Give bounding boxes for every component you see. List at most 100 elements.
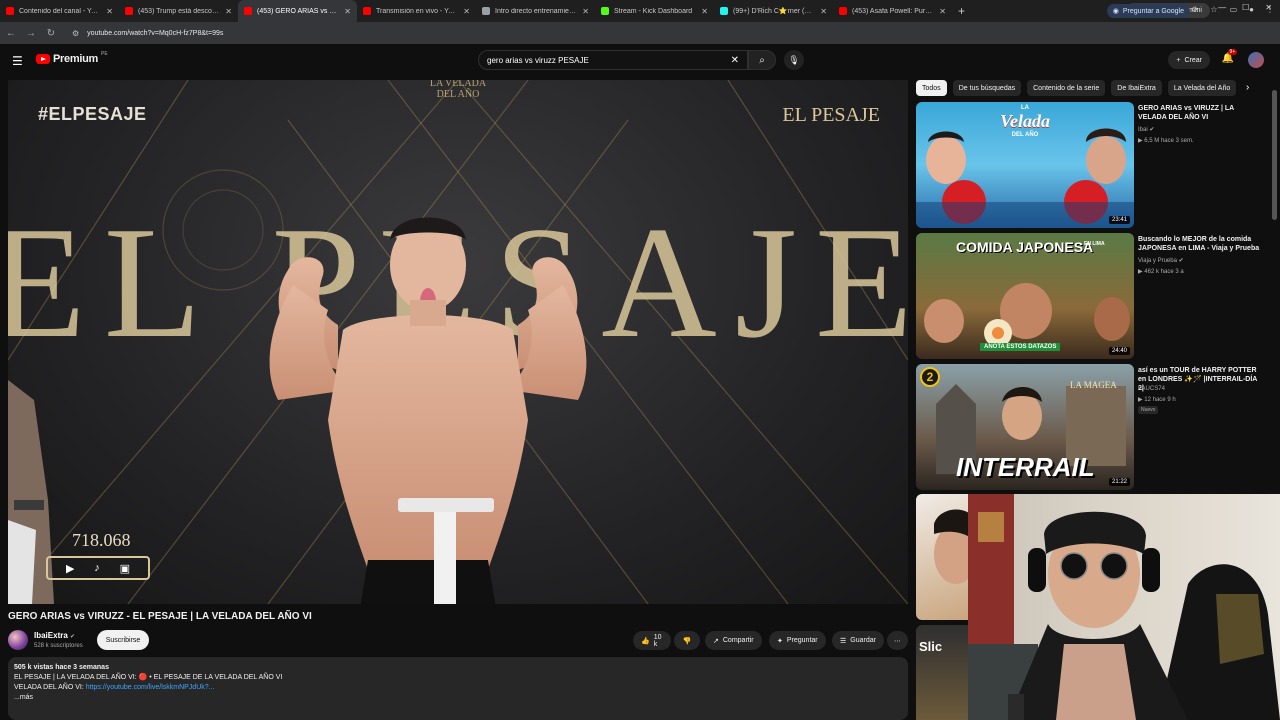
cast-icon[interactable]: ▭	[1230, 5, 1238, 14]
tab-favicon-icon	[601, 7, 609, 15]
address-url: youtube.com/watch?v=Mq0cH-fz7P8&t=99s	[87, 29, 224, 37]
tab-close-icon[interactable]: ✕	[939, 7, 946, 16]
video-player[interactable]: EL PESAJE #ELPESAJE EL PESAJE LA VELADA …	[8, 80, 908, 604]
tab-close-icon[interactable]: ✕	[463, 7, 470, 16]
filter-chip[interactable]: De tus búsquedas	[952, 80, 1022, 96]
plus-icon: +	[1176, 56, 1181, 64]
thumbnail-art	[934, 509, 968, 584]
filter-chip[interactable]: Contenido de la serie	[1027, 80, 1106, 96]
browser-tab[interactable]: Transmisión en vivo - YouTube ✕	[357, 0, 476, 22]
channel-avatar[interactable]	[8, 630, 28, 650]
recommendation-thumbnail[interactable]: LA Velada DEL AÑO 23:41	[916, 102, 1134, 228]
recommendation-stats-text: 6,5 M hace 3 sem.	[1144, 138, 1194, 144]
recommendation-thumbnail[interactable]: 2 LA MAGEA INTERRAIL 21:22	[916, 364, 1134, 490]
dislike-button[interactable]: 👎	[674, 631, 700, 650]
browser-tab-bar: Contenido del canal - YouTube✕(453) Trum…	[0, 0, 1280, 22]
share-button[interactable]: ↗ Compartir	[705, 631, 762, 650]
description-box[interactable]: 505 k vistas hace 3 semanas EL PESAJE | …	[8, 657, 908, 720]
browser-tab[interactable]: Contenido del canal - YouTube ✕	[0, 0, 119, 22]
forward-icon[interactable]: →	[26, 28, 36, 39]
search-input[interactable]: gero arias vs viruzz PESAJE ✕	[478, 50, 748, 70]
tab-close-icon[interactable]: ✕	[701, 7, 708, 16]
tab-favicon-icon	[363, 7, 371, 15]
recommendation-thumbnail[interactable]: COMIDA JAPONESA EN LIMA ANOTA ESTOS DATA…	[916, 233, 1134, 359]
filter-chip[interactable]: Todos	[916, 80, 947, 96]
voice-search-button[interactable]: 🎙	[784, 50, 804, 70]
clear-search-icon[interactable]: ✕	[731, 55, 739, 66]
save-button[interactable]: ☰ Guardar	[832, 631, 884, 650]
chevron-right-icon[interactable]: ›	[1246, 82, 1249, 93]
like-button[interactable]: 👍 10 k	[633, 631, 671, 650]
ask-google-label: Preguntar a Google	[1122, 7, 1184, 15]
recommendation-thumbnail-partial[interactable]	[916, 494, 968, 620]
thumb-text-slic: Slic	[919, 639, 943, 654]
tab-label: Stream - Kick Dashboard	[614, 7, 693, 15]
show-more-link[interactable]: ...más	[14, 693, 902, 703]
tab-label: Intro directo entrenamiento	[495, 7, 578, 15]
sync-icon[interactable]: ⟳	[1192, 5, 1199, 14]
recommendation-thumbnail-partial[interactable]: Slic	[916, 625, 968, 720]
notifications-badge: 9+	[1227, 49, 1238, 55]
recommendation-title[interactable]: GERO ARIAS vs VIRUZZ | LA VELADA DEL AÑO…	[1138, 104, 1262, 122]
channel-subscribers: 528 k suscriptores	[34, 643, 83, 649]
recommendation-item[interactable]: COMIDA JAPONESA EN LIMA ANOTA ESTOS DATA…	[916, 233, 1266, 359]
reload-icon[interactable]: ↻	[46, 28, 56, 39]
recommendation-item[interactable]: 2 LA MAGEA INTERRAIL 21:22 así es un TOU…	[916, 364, 1266, 490]
create-button[interactable]: + Crear	[1168, 51, 1210, 69]
address-bar[interactable]: ⚙ youtube.com/watch?v=Mq0cH-fz7P8&t=99s	[66, 25, 1066, 41]
recommendation-stats: ▶ 462 k hace 3 a	[1138, 268, 1184, 275]
browser-tab[interactable]: (453) GERO ARIAS vs VIRUZZ ✕	[238, 0, 357, 22]
page-scrollbar[interactable]	[1272, 90, 1277, 220]
new-tab-icon[interactable]: +	[958, 4, 965, 18]
youtube-logo[interactable]: Premium PE	[36, 51, 108, 65]
recommendation-title[interactable]: Buscando lo MEJOR de la comida JAPONESA …	[1138, 235, 1262, 253]
ask-button[interactable]: ✦ Preguntar	[769, 631, 826, 650]
extension-icons: ⟳ ☆ ▭ ● ⋮	[1192, 5, 1274, 14]
site-info-icon[interactable]: ⚙	[72, 29, 79, 38]
save-label: Guardar	[850, 637, 876, 644]
recommendation-item[interactable]: LA Velada DEL AÑO 23:41 GERO ARIAS vs VI…	[916, 102, 1266, 228]
menu-dots-icon[interactable]: ⋮	[1266, 5, 1274, 14]
live-dot-icon: ▶	[1138, 397, 1143, 403]
tab-favicon-icon	[125, 7, 133, 15]
search-button[interactable]: ⌕	[748, 50, 776, 70]
subscribe-button[interactable]: Suscribirse	[97, 630, 149, 650]
logo-text: Premium	[53, 53, 98, 65]
filter-chip[interactable]: La Velada del Año	[1167, 80, 1237, 96]
description-link[interactable]: https://youtube.com/live/lskkmNPJdUk?...	[86, 684, 215, 691]
hamburger-menu-icon[interactable]: ☰	[12, 54, 23, 68]
description-line-1: EL PESAJE | LA VELADA DEL AÑO VI: 🔴 • EL…	[14, 674, 283, 681]
ask-google-button[interactable]: ◉ Preguntar a Google	[1106, 4, 1190, 18]
browser-tab[interactable]: (453) Asafa Powell: Pure Speed ✕	[833, 0, 952, 22]
filter-chip[interactable]: De IbaiExtra	[1111, 80, 1162, 96]
thumbs-down-icon: 👎	[682, 637, 692, 645]
tab-close-icon[interactable]: ✕	[225, 7, 232, 16]
tab-close-icon[interactable]: ✕	[820, 7, 827, 16]
more-dots-icon: ⋯	[894, 637, 901, 645]
browser-tab[interactable]: Intro directo entrenamiento ✕	[476, 0, 595, 22]
browser-tab[interactable]: Stream - Kick Dashboard ✕	[595, 0, 714, 22]
browser-tab[interactable]: (99+) D'Rich C⭐rner (@d.rich ✕	[714, 0, 833, 22]
back-icon[interactable]: ←	[6, 28, 16, 39]
bookmark-star-icon[interactable]: ☆	[1210, 5, 1217, 14]
weight-counter: 718.068	[72, 530, 131, 550]
social-icons-box: ▶ ♪ ▣	[46, 556, 150, 580]
new-badge: Nuevo	[1138, 406, 1159, 414]
thumb-text-lima: EN LIMA	[1084, 241, 1105, 247]
tab-label: (99+) D'Rich C⭐rner (@d.rich	[733, 8, 816, 15]
profile-icon[interactable]: ●	[1249, 5, 1254, 14]
tab-close-icon[interactable]: ✕	[344, 7, 351, 16]
streamer-figure	[968, 494, 1280, 720]
browser-tab[interactable]: (453) Trump está desconectado ✕	[119, 0, 238, 22]
account-avatar[interactable]	[1248, 52, 1264, 68]
more-actions-button[interactable]: ⋯	[887, 631, 908, 650]
notifications-bell-icon[interactable]: 🔔 9+	[1222, 49, 1238, 64]
recommendation-channel: PAUCS74	[1138, 386, 1165, 392]
google-lens-icon: ◉	[1112, 8, 1119, 15]
view-stats: 505 k vistas hace 3 semanas	[14, 664, 109, 671]
tab-label: (453) GERO ARIAS vs VIRUZZ	[257, 7, 339, 15]
tab-close-icon[interactable]: ✕	[106, 7, 113, 16]
tab-close-icon[interactable]: ✕	[582, 7, 589, 16]
description-line-2-text: VELADA DEL AÑO VI:	[14, 684, 86, 691]
channel-name[interactable]: IbaiExtra ✔	[34, 631, 75, 640]
